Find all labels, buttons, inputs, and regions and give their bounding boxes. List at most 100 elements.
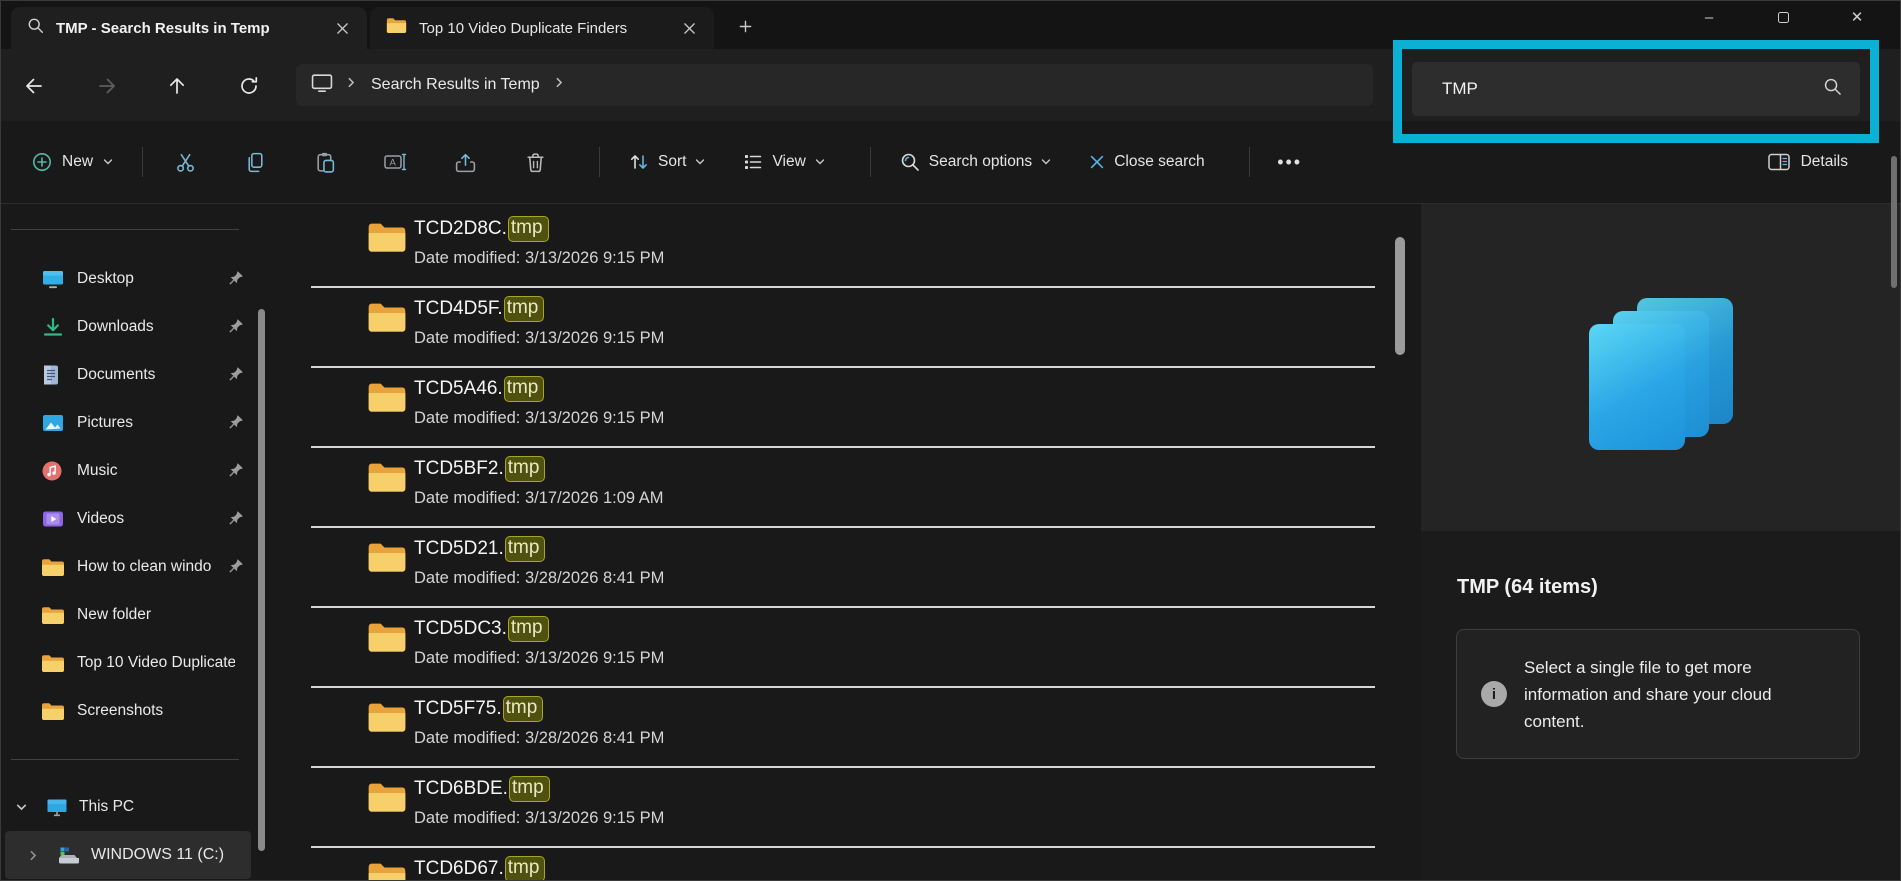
search-input[interactable]: TMP — [1412, 62, 1860, 116]
file-date-modified: Date modified: 3/13/2026 9:15 PM — [414, 809, 665, 827]
share-button[interactable] — [441, 142, 489, 182]
view-button[interactable]: View — [732, 143, 835, 181]
sidebar-item-label: Desktop — [77, 270, 134, 287]
close-tab-icon[interactable] — [676, 15, 702, 41]
file-row[interactable]: TCD6BDE. tmp Date modified: 3/13/2026 9:1… — [281, 768, 1396, 848]
folder-icon — [367, 381, 407, 414]
view-label: View — [772, 153, 806, 170]
delete-button[interactable] — [511, 142, 559, 182]
file-date-modified: Date modified: 3/17/2026 1:09 AM — [414, 489, 664, 507]
file-row[interactable]: TCD5BF2. tmp Date modified: 3/17/2026 1:0… — [281, 448, 1396, 528]
file-row[interactable]: TCD5DC3. tmp Date modified: 3/13/2026 9:1… — [281, 608, 1396, 688]
sidebar-item-how-to-clean-windo[interactable]: How to clean windo — [1, 543, 281, 591]
file-list-scrollbar[interactable] — [1395, 237, 1405, 355]
details-pane: TMP (64 items) i Select a single file to… — [1421, 204, 1900, 880]
search-match-highlight: tmp — [507, 216, 549, 242]
music-icon — [42, 461, 62, 481]
minimize-button[interactable]: – — [1688, 2, 1730, 32]
file-name: TCD4D5F. tmp — [414, 296, 1396, 322]
search-match-highlight: tmp — [504, 456, 546, 482]
file-row[interactable]: TCD5D21. tmp Date modified: 3/28/2026 8:4… — [281, 528, 1396, 608]
copy-button[interactable] — [231, 142, 279, 182]
sidebar-item-music[interactable]: Music — [1, 447, 281, 495]
chevron-right-icon[interactable] — [25, 847, 41, 863]
sidebar-item-documents[interactable]: Documents — [1, 351, 281, 399]
window-scrollbar[interactable] — [1891, 156, 1897, 288]
folder-icon — [367, 301, 407, 334]
sidebar-item-videos[interactable]: Videos — [1, 495, 281, 543]
file-date-modified: Date modified: 3/28/2026 8:41 PM — [414, 569, 665, 587]
rename-button[interactable]: A — [371, 142, 419, 182]
sidebar-item-desktop[interactable]: Desktop — [1, 255, 281, 303]
sort-button[interactable]: Sort — [618, 143, 716, 181]
sidebar-item-label: Documents — [77, 366, 156, 383]
sort-icon — [631, 155, 648, 169]
sidebar-item-windows-11-c[interactable]: WINDOWS 11 (C:) — [1, 831, 281, 879]
close-tab-icon[interactable] — [329, 15, 355, 41]
sidebar-item-new-folder[interactable]: New folder — [1, 591, 281, 639]
back-button[interactable] — [15, 67, 53, 105]
up-button[interactable] — [158, 67, 196, 105]
breadcrumb[interactable]: Search Results in Temp — [296, 64, 1373, 106]
cut-button[interactable] — [161, 142, 209, 182]
file-name: TCD5DC3. tmp — [414, 616, 1396, 642]
desktop-icon — [43, 271, 63, 289]
sort-label: Sort — [658, 153, 687, 170]
this-pc-icon[interactable] — [310, 72, 334, 98]
pictures-icon — [43, 415, 63, 431]
sidebar-item-label: Downloads — [77, 318, 154, 335]
sidebar-item-this-pc[interactable]: This PC — [1, 783, 281, 831]
file-rows: TCD2D8C. tmp Date modified: 3/13/2026 9:1… — [281, 208, 1396, 880]
sidebar-item-top-10-video-duplicate[interactable]: Top 10 Video Duplicate — [1, 639, 281, 687]
sidebar-divider — [11, 759, 239, 760]
chevron-right-icon[interactable] — [345, 76, 358, 94]
breadcrumb-path[interactable]: Search Results in Temp — [369, 76, 542, 94]
search-match-highlight: tmp — [503, 376, 545, 402]
tab-search-results[interactable]: TMP - Search Results in Temp — [11, 7, 367, 49]
see-more-button[interactable]: ••• — [1268, 142, 1312, 182]
chevron-down-icon[interactable] — [13, 799, 29, 815]
monitor-icon — [45, 796, 69, 818]
sidebar-scrollbar[interactable] — [258, 309, 265, 851]
multiple-files-icon — [1589, 298, 1735, 450]
tab-video-duplicate-finders[interactable]: Top 10 Video Duplicate Finders — [370, 7, 714, 49]
refresh-button[interactable] — [230, 67, 268, 105]
search-icon[interactable] — [1823, 77, 1842, 101]
chevron-right-icon[interactable] — [553, 76, 566, 94]
new-button[interactable]: New — [21, 143, 124, 181]
file-card-front — [1589, 324, 1685, 450]
sidebar-item-label: New folder — [77, 606, 152, 623]
new-tab-button[interactable] — [728, 9, 762, 43]
folder-icon — [42, 702, 64, 720]
window-controls: – ✕ — [1688, 1, 1878, 33]
preview-area — [1421, 204, 1900, 531]
file-row[interactable]: TCD2D8C. tmp Date modified: 3/13/2026 9:1… — [281, 208, 1396, 288]
file-row[interactable]: TCD5A46. tmp Date modified: 3/13/2026 9:1… — [281, 368, 1396, 448]
file-explorer-window: TMP - Search Results in Temp Top 10 Vide… — [0, 0, 1901, 881]
sidebar-item-pictures[interactable]: Pictures — [1, 399, 281, 447]
maximize-button[interactable] — [1762, 2, 1804, 32]
details-label: Details — [1800, 153, 1848, 170]
file-row[interactable]: TCD5F75. tmp Date modified: 3/28/2026 8:4… — [281, 688, 1396, 768]
toolbar-divider — [1248, 147, 1250, 177]
window-body: Desktop Downloads Documents Pictures Mus… — [1, 204, 1900, 880]
folder-icon — [42, 558, 64, 576]
folder-icon — [367, 701, 407, 734]
paste-button[interactable] — [301, 142, 349, 182]
search-match-highlight: tmp — [502, 696, 544, 722]
close-search-label: Close search — [1114, 153, 1205, 170]
close-button[interactable]: ✕ — [1836, 2, 1878, 32]
chevron-down-icon — [696, 159, 705, 165]
pin-icon — [226, 509, 245, 528]
forward-button[interactable] — [88, 67, 126, 105]
search-options-button[interactable]: Search options — [889, 143, 1062, 181]
tab-title: TMP - Search Results in Temp — [56, 19, 270, 37]
sidebar-item-screenshots[interactable]: Screenshots — [1, 687, 281, 735]
sidebar-item-downloads[interactable]: Downloads — [1, 303, 281, 351]
file-row[interactable]: TCD4D5F. tmp Date modified: 3/13/2026 9:1… — [281, 288, 1396, 368]
view-icon — [745, 155, 762, 169]
close-search-button[interactable]: Close search — [1078, 145, 1214, 179]
pin-icon — [226, 317, 245, 336]
details-button[interactable]: Details — [1755, 144, 1860, 180]
file-row[interactable]: TCD6D67. tmp — [281, 848, 1396, 880]
